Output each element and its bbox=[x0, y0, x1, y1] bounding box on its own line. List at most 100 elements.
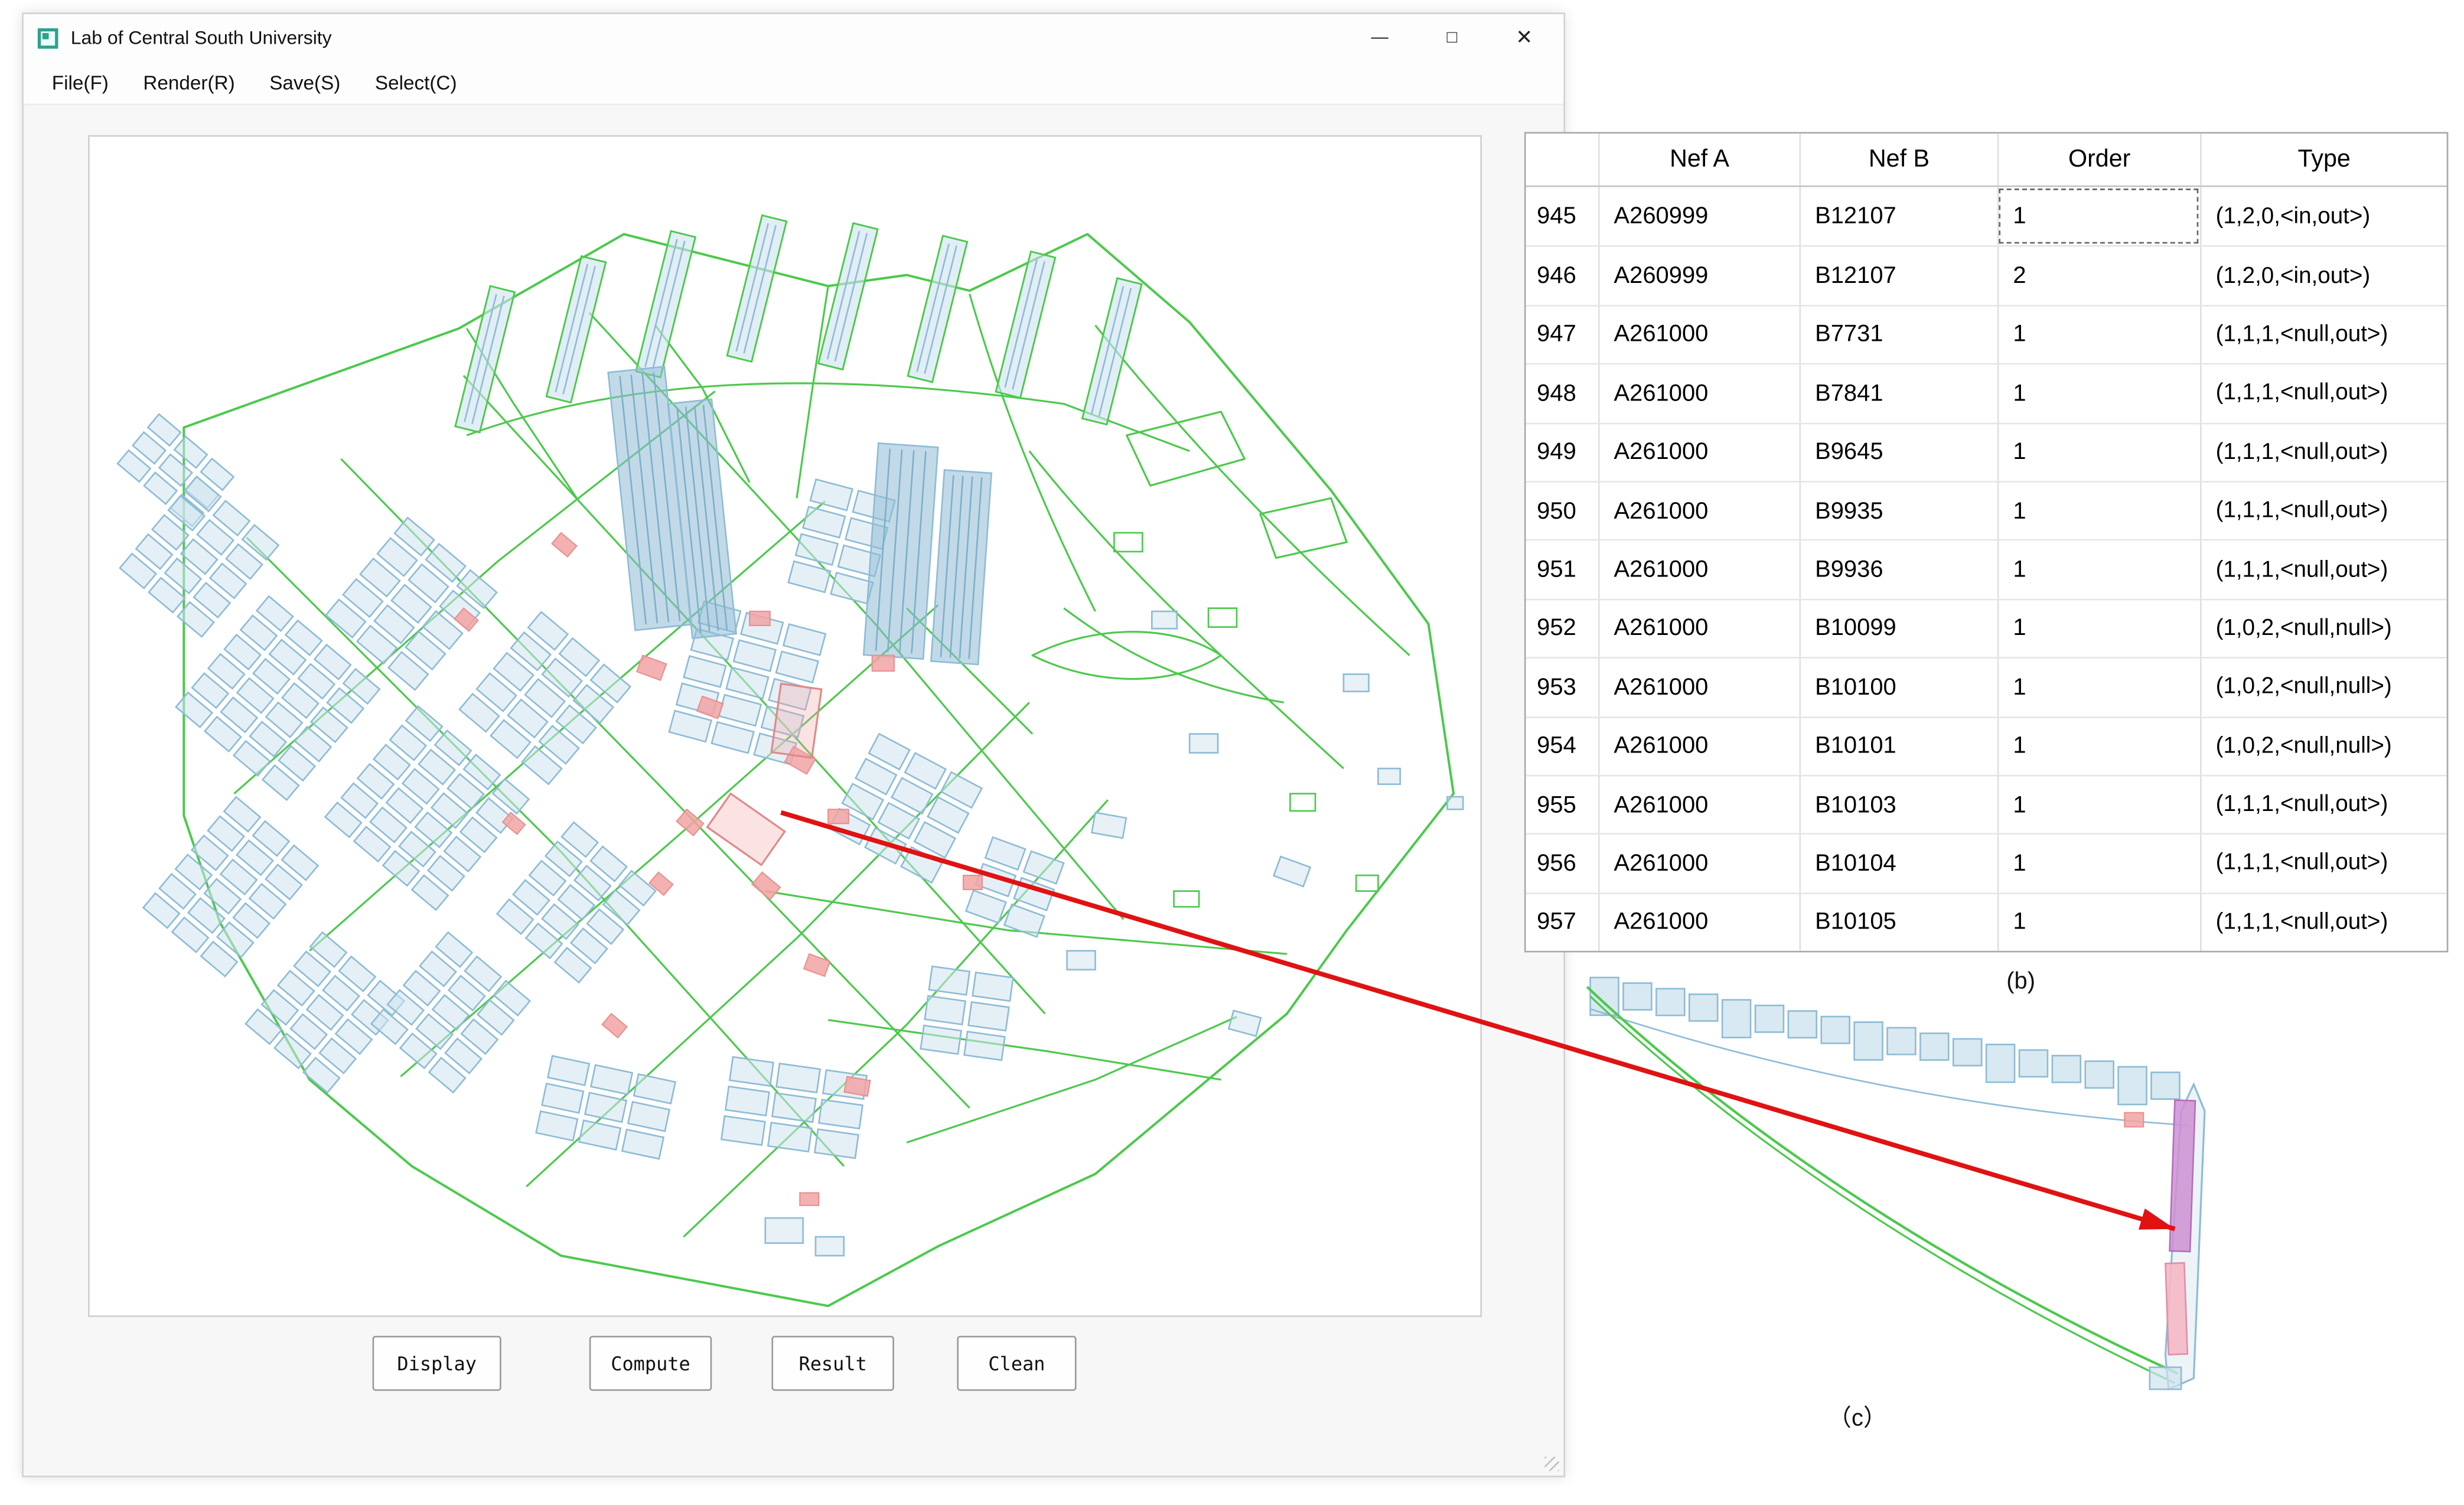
close-button[interactable]: ✕ bbox=[1488, 14, 1560, 61]
cell-index: 952 bbox=[1526, 598, 1598, 657]
cell-type[interactable]: (1,1,1,<null,out>) bbox=[2200, 540, 2447, 598]
cell-nefB[interactable]: B7841 bbox=[1800, 363, 1997, 422]
figure-canvas: Lab of Central South University — □ ✕ Fi… bbox=[0, 0, 2464, 1505]
table-row: 950A261000B99351(1,1,1,<null,out>) bbox=[1526, 481, 2447, 539]
result-button[interactable]: Result bbox=[771, 1336, 894, 1391]
cell-type[interactable]: (1,1,1,<null,out>) bbox=[2200, 305, 2447, 363]
cell-index: 948 bbox=[1526, 363, 1598, 422]
cell-nefA[interactable]: A261000 bbox=[1598, 774, 1800, 833]
compute-button[interactable]: Compute bbox=[589, 1336, 712, 1391]
nef-table: Nef ANef BOrderType945A260999B121071(1,2… bbox=[1524, 132, 2448, 952]
table-row: 955A261000B101031(1,1,1,<null,out>) bbox=[1526, 774, 2447, 833]
cell-order[interactable]: 1 bbox=[1997, 657, 2200, 716]
cell-type[interactable]: (1,0,2,<null,null>) bbox=[2200, 657, 2447, 716]
cell-order[interactable]: 1 bbox=[1997, 481, 2200, 539]
cell-nefB[interactable]: B12107 bbox=[1800, 246, 1997, 304]
cell-index: 947 bbox=[1526, 305, 1598, 363]
cell-nefB[interactable]: B10105 bbox=[1800, 892, 1997, 950]
menu-item-save[interactable]: Save(S) bbox=[252, 71, 358, 93]
header-nefB: Nef B bbox=[1800, 133, 1997, 185]
cell-order[interactable]: 1 bbox=[1997, 422, 2200, 481]
cell-nefB[interactable]: B7731 bbox=[1800, 305, 1997, 363]
cell-index: 945 bbox=[1526, 187, 1598, 246]
menu-item-file[interactable]: File(F) bbox=[35, 71, 126, 93]
cell-type[interactable]: (1,1,1,<null,out>) bbox=[2200, 774, 2447, 833]
window-controls: — □ ✕ bbox=[1344, 14, 1560, 61]
cell-index: 954 bbox=[1526, 716, 1598, 774]
detail-map bbox=[1572, 962, 2294, 1480]
cell-nefA[interactable]: A261000 bbox=[1598, 305, 1800, 363]
cell-order[interactable]: 1 bbox=[1997, 187, 2200, 246]
cell-type[interactable]: (1,0,2,<null,null>) bbox=[2200, 716, 2447, 774]
cell-nefA[interactable]: A261000 bbox=[1598, 363, 1800, 422]
cell-type[interactable]: (1,0,2,<null,null>) bbox=[2200, 598, 2447, 657]
cell-nefB[interactable]: B10103 bbox=[1800, 774, 1997, 833]
cell-nefB[interactable]: B10099 bbox=[1800, 598, 1997, 657]
cell-order[interactable]: 1 bbox=[1997, 892, 2200, 950]
cell-nefB[interactable]: B10100 bbox=[1800, 657, 1997, 716]
cell-type[interactable]: (1,1,1,<null,out>) bbox=[2200, 422, 2447, 481]
clean-button[interactable]: Clean bbox=[957, 1336, 1076, 1391]
cell-nefA[interactable]: A260999 bbox=[1598, 246, 1800, 304]
cell-nefA[interactable]: A261000 bbox=[1598, 716, 1800, 774]
cell-order[interactable]: 1 bbox=[1997, 833, 2200, 892]
cell-order[interactable]: 1 bbox=[1997, 540, 2200, 598]
cell-type[interactable]: (1,2,0,<in,out>) bbox=[2200, 187, 2447, 246]
cell-order[interactable]: 1 bbox=[1997, 598, 2200, 657]
cell-order[interactable]: 2 bbox=[1997, 246, 2200, 304]
table-row: 951A261000B99361(1,1,1,<null,out>) bbox=[1526, 540, 2447, 598]
maximize-button[interactable]: □ bbox=[1416, 14, 1488, 61]
title-bar[interactable]: Lab of Central South University — □ ✕ bbox=[24, 14, 1563, 61]
minimize-button[interactable]: — bbox=[1344, 14, 1416, 61]
header-nefA: Nef A bbox=[1598, 133, 1800, 185]
cell-type[interactable]: (1,1,1,<null,out>) bbox=[2200, 892, 2447, 950]
table-row: 956A261000B101041(1,1,1,<null,out>) bbox=[1526, 833, 2447, 892]
cell-nefA[interactable]: A261000 bbox=[1598, 540, 1800, 598]
cell-nefB[interactable]: B9936 bbox=[1800, 540, 1997, 598]
cell-nefB[interactable]: B12107 bbox=[1800, 187, 1997, 246]
table-row: 946A260999B121072(1,2,0,<in,out>) bbox=[1526, 246, 2447, 304]
header-index bbox=[1526, 133, 1598, 185]
cell-nefA[interactable]: A261000 bbox=[1598, 657, 1800, 716]
cell-nefA[interactable]: A260999 bbox=[1598, 187, 1800, 246]
cell-index: 957 bbox=[1526, 892, 1598, 950]
cell-type[interactable]: (1,1,1,<null,out>) bbox=[2200, 363, 2447, 422]
header-type: Type bbox=[2200, 133, 2447, 185]
cell-order[interactable]: 1 bbox=[1997, 305, 2200, 363]
window-title: Lab of Central South University bbox=[71, 27, 332, 48]
cell-order[interactable]: 1 bbox=[1997, 716, 2200, 774]
cell-nefB[interactable]: B10101 bbox=[1800, 716, 1997, 774]
cell-nefB[interactable]: B9935 bbox=[1800, 481, 1997, 539]
table-row: 957A261000B101051(1,1,1,<null,out>) bbox=[1526, 892, 2447, 950]
table-row: 954A261000B101011(1,0,2,<null,null>) bbox=[1526, 716, 2447, 774]
table-row: 952A261000B100991(1,0,2,<null,null>) bbox=[1526, 598, 2447, 657]
cell-type[interactable]: (1,1,1,<null,out>) bbox=[2200, 833, 2447, 892]
cell-nefA[interactable]: A261000 bbox=[1598, 481, 1800, 539]
cell-order[interactable]: 1 bbox=[1997, 363, 2200, 422]
cell-index: 949 bbox=[1526, 422, 1598, 481]
map-canvas[interactable] bbox=[88, 135, 1482, 1317]
cell-index: 950 bbox=[1526, 481, 1598, 539]
cell-nefB[interactable]: B10104 bbox=[1800, 833, 1997, 892]
cell-nefA[interactable]: A261000 bbox=[1598, 598, 1800, 657]
cell-nefA[interactable]: A261000 bbox=[1598, 422, 1800, 481]
table-row: 948A261000B78411(1,1,1,<null,out>) bbox=[1526, 363, 2447, 422]
menu-item-select[interactable]: Select(C) bbox=[358, 71, 474, 93]
cell-order[interactable]: 1 bbox=[1997, 774, 2200, 833]
cell-nefA[interactable]: A261000 bbox=[1598, 892, 1800, 950]
cell-index: 956 bbox=[1526, 833, 1598, 892]
display-button[interactable]: Display bbox=[373, 1336, 501, 1391]
cell-type[interactable]: (1,2,0,<in,out>) bbox=[2200, 246, 2447, 304]
cell-index: 955 bbox=[1526, 774, 1598, 833]
cell-nefA[interactable]: A261000 bbox=[1598, 833, 1800, 892]
cell-type[interactable]: (1,1,1,<null,out>) bbox=[2200, 481, 2447, 539]
cell-index: 951 bbox=[1526, 540, 1598, 598]
menu-item-render[interactable]: Render(R) bbox=[126, 71, 252, 93]
header-order: Order bbox=[1997, 133, 2200, 185]
cell-nefB[interactable]: B9645 bbox=[1800, 422, 1997, 481]
app-icon bbox=[38, 28, 58, 48]
menu-bar: File(F)Render(R)Save(S)Select(C) bbox=[24, 61, 1563, 105]
table-row: 947A261000B77311(1,1,1,<null,out>) bbox=[1526, 305, 2447, 363]
table-header-row: Nef ANef BOrderType bbox=[1526, 133, 2447, 187]
resize-grip[interactable] bbox=[1544, 1457, 1559, 1471]
